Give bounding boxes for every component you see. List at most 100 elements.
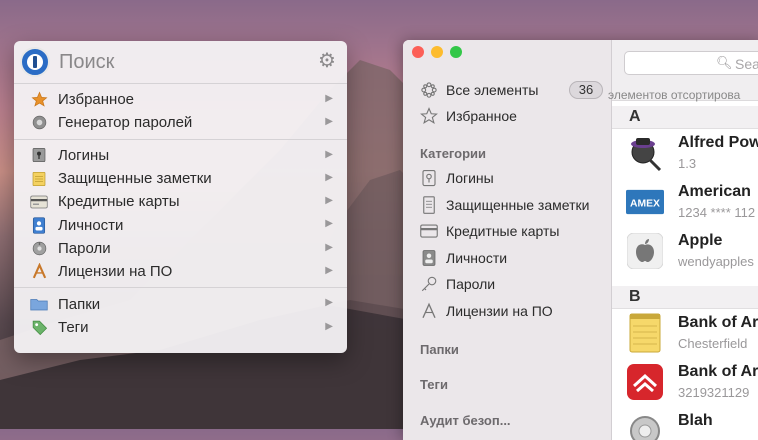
mini-item-tags[interactable]: Теги ▶ <box>14 316 347 339</box>
sidebar-item-logins[interactable]: Логины <box>419 167 494 189</box>
sidebar-item-passwords[interactable]: Пароли <box>419 273 495 295</box>
sidebar-item-secure-notes[interactable]: Защищенные заметки <box>419 194 589 216</box>
password-icon <box>30 239 48 257</box>
sidebar-item-label: Все элементы <box>446 82 539 98</box>
count-badge: 36 <box>569 81 603 99</box>
chevron-right-icon: ▶ <box>325 116 333 128</box>
list-item-bank-of-america-note[interactable]: Bank of Ar Chesterfield <box>612 309 758 358</box>
item-subtitle: 3219321129 <box>678 385 750 400</box>
note-icon <box>30 170 48 188</box>
bank-of-america-logo-icon <box>626 363 664 401</box>
list-toolbar: 🔍︎ Searc элементов отсортирова <box>608 40 758 102</box>
sidebar-item-label: Избранное <box>446 108 517 124</box>
password-icon <box>626 412 664 440</box>
item-list: 🔍︎ Searc элементов отсортирова A Alfred … <box>608 40 758 440</box>
mini-item-label: Папки <box>58 295 101 313</box>
list-item-blah[interactable]: Blah <box>612 407 758 440</box>
list-item-alfred[interactable]: Alfred Pow 1.3 <box>612 129 758 178</box>
search-placeholder: Searc <box>735 56 758 72</box>
chevron-right-icon: ▶ <box>325 265 333 277</box>
sidebar: Все элементы 36 Избранное Категории Логи… <box>403 40 612 440</box>
item-subtitle: 1.3 <box>678 156 697 171</box>
sidebar-item-all-items[interactable]: Все элементы <box>419 79 538 101</box>
sidebar-item-label: Личности <box>446 250 508 266</box>
mini-item-identities[interactable]: Личности ▶ <box>14 213 347 236</box>
tags-header[interactable]: Теги <box>420 377 448 392</box>
categories-header: Категории <box>420 146 487 161</box>
svg-text:AMEX: AMEX <box>630 198 660 209</box>
mini-popup: Поиск ⚙ Избранное ▶ Генератор паролей ▶ … <box>14 41 347 353</box>
mini-group-top: Избранное ▶ Генератор паролей ▶ <box>14 84 347 140</box>
mini-item-favorites[interactable]: Избранное ▶ <box>14 88 347 111</box>
sidebar-item-credit-cards[interactable]: Кредитные карты <box>419 220 559 242</box>
mini-search-bar[interactable]: Поиск ⚙ <box>14 41 347 84</box>
sidebar-item-label: Лицензии на ПО <box>446 303 553 319</box>
sidebar-item-label: Логины <box>446 170 494 186</box>
software-license-icon <box>30 263 48 281</box>
section-letter: A <box>629 108 641 125</box>
sidebar-item-software-licenses[interactable]: Лицензии на ПО <box>419 300 553 322</box>
chevron-right-icon: ▶ <box>325 297 333 309</box>
mini-item-folders[interactable]: Папки ▶ <box>14 292 347 315</box>
sidebar-item-identities[interactable]: Личности <box>419 247 507 269</box>
note-outline-icon <box>419 195 439 215</box>
star-icon <box>30 91 48 109</box>
sort-status[interactable]: элементов отсортирова <box>608 88 740 102</box>
amex-card-icon: AMEX <box>626 183 664 221</box>
item-subtitle: 1234 **** 112 <box>678 205 756 220</box>
list-item-bank-of-america-card[interactable]: Bank of Ar 3219321129 <box>612 358 758 407</box>
chevron-right-icon: ▶ <box>325 93 333 104</box>
sidebar-item-label: Пароли <box>446 276 496 292</box>
section-header-b: B <box>612 286 758 309</box>
chevron-right-icon: ▶ <box>325 148 333 160</box>
item-title: Bank of Ar <box>678 363 758 380</box>
mini-item-credit-cards[interactable]: Кредитные карты ▶ <box>14 190 347 213</box>
onepassword-logo-icon[interactable] <box>20 47 50 77</box>
apple-logo-icon <box>626 232 664 270</box>
mini-item-software-licenses[interactable]: Лицензии на ПО ▶ <box>14 260 347 283</box>
item-title: Apple <box>678 232 723 249</box>
main-window: Все элементы 36 Избранное Категории Логи… <box>403 40 758 440</box>
mini-item-label: Кредитные карты <box>58 193 180 211</box>
close-button[interactable] <box>412 46 424 58</box>
login-outline-icon <box>419 168 439 188</box>
list-item-amex[interactable]: AMEX American 1234 **** 112 <box>612 178 758 227</box>
list-item-apple[interactable]: Apple wendyapples <box>612 227 758 276</box>
software-license-outline-icon <box>419 301 439 321</box>
item-title: American <box>678 183 751 200</box>
login-icon <box>30 146 48 164</box>
search-icon: 🔍︎ <box>716 55 733 70</box>
audit-header[interactable]: Аудит безоп... <box>420 413 511 428</box>
section-header-a: A <box>612 106 758 129</box>
gear-generator-icon <box>30 114 48 132</box>
search-input[interactable]: 🔍︎ Searc <box>624 51 758 75</box>
mini-item-label: Личности <box>58 216 124 234</box>
item-subtitle: wendyapples <box>678 254 754 269</box>
sidebar-item-favorites[interactable]: Избранное <box>419 105 517 127</box>
item-title: Blah <box>678 412 713 429</box>
chevron-right-icon: ▶ <box>325 195 333 207</box>
gear-icon[interactable]: ⚙ <box>317 51 337 71</box>
mini-item-label: Лицензии на ПО <box>58 263 173 281</box>
mini-item-label: Избранное <box>58 91 135 109</box>
mini-search-input[interactable]: Поиск <box>59 51 114 74</box>
item-title: Alfred Pow <box>678 134 758 151</box>
key-icon <box>419 274 439 294</box>
sidebar-item-label: Защищенные заметки <box>446 197 590 213</box>
minimize-button[interactable] <box>431 46 443 58</box>
chevron-right-icon: ▶ <box>325 218 333 230</box>
zoom-button[interactable] <box>450 46 462 58</box>
all-items-icon <box>419 80 439 100</box>
chevron-right-icon: ▶ <box>325 241 333 253</box>
mini-item-password-generator[interactable]: Генератор паролей ▶ <box>14 111 347 134</box>
mini-item-label: Теги <box>58 318 89 336</box>
mini-item-logins[interactable]: Логины ▶ <box>14 144 347 167</box>
folders-header[interactable]: Папки <box>420 342 459 357</box>
mini-item-passwords[interactable]: Пароли ▶ <box>14 237 347 260</box>
mini-item-label: Защищенные заметки <box>58 170 212 188</box>
mini-item-secure-notes[interactable]: Защищенные заметки ▶ <box>14 167 347 190</box>
note-icon <box>626 313 664 353</box>
chevron-right-icon: ▶ <box>325 320 333 332</box>
credit-card-outline-icon <box>419 221 439 241</box>
chevron-right-icon: ▶ <box>325 171 333 183</box>
